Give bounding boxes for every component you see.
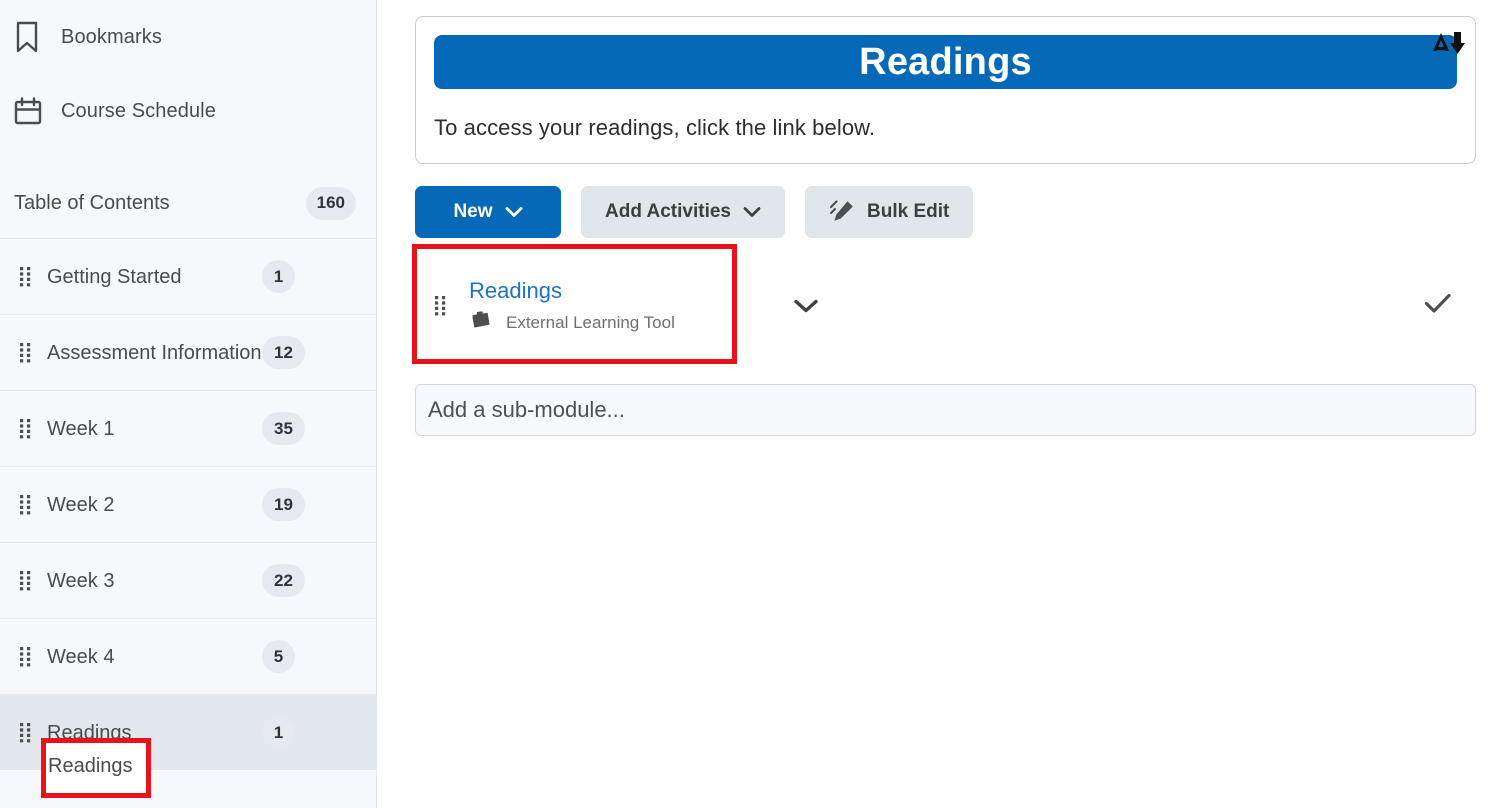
module-item-subtitle: External Learning Tool [469,311,675,335]
drag-handle-icon[interactable] [12,494,38,515]
sidebar-item-label: Week 3 [47,569,115,592]
sidebar-item-count: 1 [262,716,295,749]
sidebar-item-count: 5 [262,640,295,673]
drag-handle-icon[interactable] [12,646,38,667]
lti-block-icon [469,311,494,335]
sidebar-item-label: Getting Started [47,265,182,288]
sidebar-item-week-3[interactable]: Week 3 22 [0,542,376,618]
bulk-edit-button[interactable]: Bulk Edit [805,186,974,238]
sidebar-item-count: 19 [262,488,305,521]
sidebar-item-count: 22 [262,564,305,597]
module-item-container: Readings External Learning Tool [412,244,1476,364]
sidebar-item-label: Assessment Information [47,341,262,364]
table-of-contents-title: Table of Contents [14,191,170,214]
table-of-contents-header[interactable]: Table of Contents 160 [0,168,376,238]
add-activities-button-label: Add Activities [605,201,731,222]
bulk-edit-button-label: Bulk Edit [867,201,950,222]
sidebar-item-getting-started[interactable]: Getting Started 1 [0,238,376,314]
module-item-type-label: External Learning Tool [506,313,675,332]
check-icon[interactable] [1424,293,1452,320]
module-toolbar: New Add Activities Bulk Edit [415,186,1476,238]
module-description-text: To access your readings, click the link … [434,115,876,140]
sidebar-item-label: Week 4 [47,645,115,668]
sidebar-item-count: 35 [262,412,305,445]
sidebar-item-week-2[interactable]: Week 2 19 [0,466,376,542]
chevron-down-icon[interactable] [793,298,819,314]
drag-handle-icon[interactable] [12,342,38,363]
sidebar-item-label: Course Schedule [61,99,216,122]
sidebar-item-count: 1 [262,260,295,293]
drag-handle-icon[interactable] [12,266,38,287]
sidebar-item-course-schedule[interactable]: Course Schedule [0,74,376,148]
drag-handle-icon[interactable] [12,570,38,591]
sidebar-item-week-1[interactable]: Week 1 35 [0,390,376,466]
module-title: Readings [859,40,1032,83]
sidebar-item-count: 12 [262,336,305,369]
add-activities-button[interactable]: Add Activities [581,186,785,238]
main-content: Readings To access your readings, click … [377,0,1491,808]
calendar-icon [14,97,48,125]
sidebar-item-label: Bookmarks [61,25,162,48]
module-item-row[interactable]: Readings External Learning Tool [415,260,1476,352]
sidebar-item-readings[interactable]: Readings 1 [0,694,397,771]
sidebar-quick-links: Bookmarks Course Schedule [0,0,376,148]
drag-handle-icon[interactable] [427,296,453,316]
module-title-banner: Readings [434,35,1457,89]
add-submodule-input[interactable] [415,384,1476,436]
table-of-contents-list: Getting Started 1 Assessment Information 12… [0,238,397,771]
sidebar-item-label: Week 2 [47,493,115,516]
drag-handle-icon[interactable] [12,418,38,439]
sidebar-item-label: Readings [47,721,132,744]
sidebar-item-assessment-information[interactable]: Assessment Information 12 [0,314,376,390]
module-item-info: Readings External Learning Tool [469,277,675,335]
chevron-down-icon [743,206,761,218]
module-item-link[interactable]: Readings [469,278,562,303]
bookmark-icon [14,21,48,53]
sidebar-item-bookmarks[interactable]: Bookmarks [0,0,376,74]
pencil-edit-icon [829,199,855,225]
sidebar-item-label: Week 1 [47,417,115,440]
content-browser-page: Bookmarks Course Schedule Table of Conte… [0,0,1491,808]
table-of-contents-count: 160 [305,186,356,220]
drag-handle-icon[interactable] [12,722,38,743]
new-button[interactable]: New [415,186,561,238]
sidebar: Bookmarks Course Schedule Table of Conte… [0,0,397,808]
chevron-down-icon [505,206,523,218]
sidebar-item-week-4[interactable]: Week 4 5 [0,618,376,694]
module-description-card: Readings To access your readings, click … [415,16,1476,164]
new-button-label: New [453,201,493,222]
